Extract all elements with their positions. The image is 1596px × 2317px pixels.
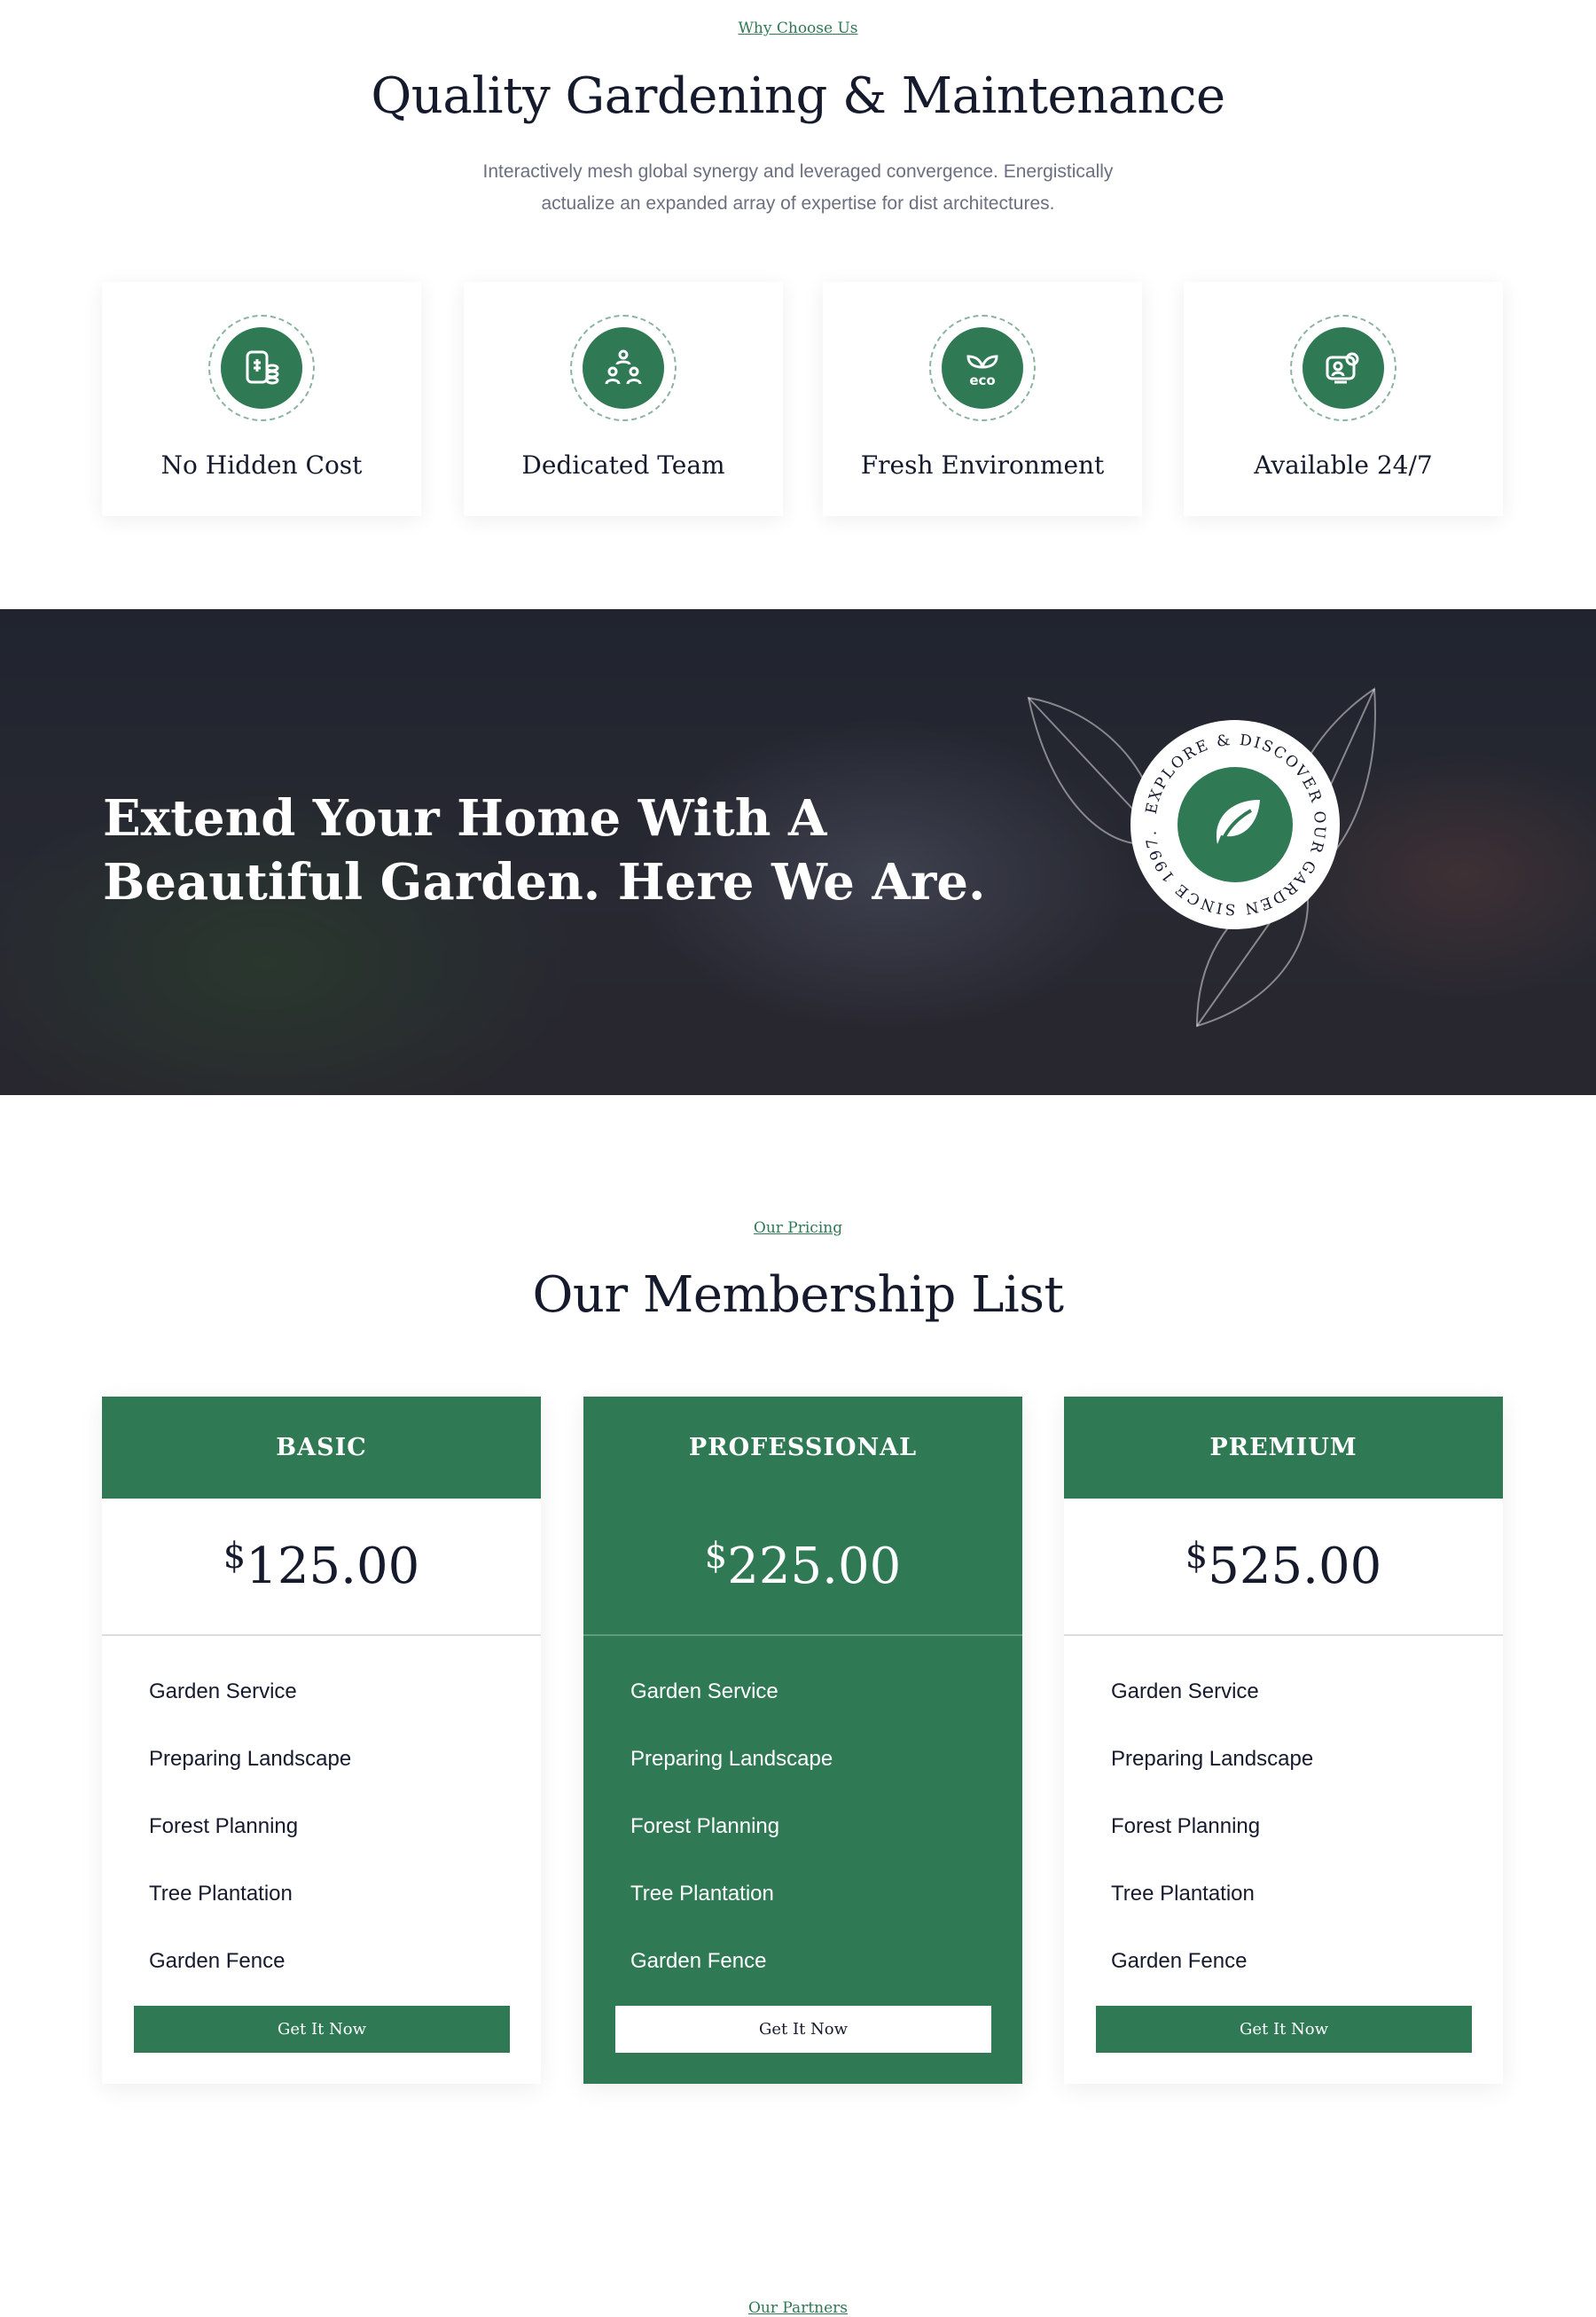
plan-price: $125.00 <box>102 1499 541 1636</box>
eco-leaf-icon: eco <box>942 327 1023 409</box>
currency-symbol: $ <box>1185 1535 1209 1577</box>
feature-card-no-hidden-cost: No Hidden Cost <box>102 282 421 516</box>
subtitle-line: actualize an expanded array of expertise… <box>541 193 1055 214</box>
list-item: Tree Plantation <box>1111 1882 1255 1906</box>
list-item: Forest Planning <box>1111 1814 1261 1838</box>
list-item: Preparing Landscape <box>630 1747 833 1771</box>
hero-heading: Extend Your Home With A Beautiful Garden… <box>103 787 985 914</box>
pricing-title: Our Membership List <box>532 1266 1064 1324</box>
feature-label: No Hidden Cost <box>160 450 363 480</box>
feature-label: Fresh Environment <box>860 450 1105 480</box>
plan-name: PROFESSIONAL <box>583 1397 1022 1499</box>
money-document-icon <box>221 327 302 409</box>
list-item: Forest Planning <box>149 1814 299 1838</box>
discover-garden-badge[interactable]: EXPLORE & DISCOVER OUR GARDEN SINCE 1997… <box>1130 720 1340 929</box>
currency-symbol: $ <box>704 1535 728 1577</box>
plan-price: $225.00 <box>583 1499 1022 1636</box>
section-title: Quality Gardening & Maintenance <box>371 67 1225 125</box>
list-item: Tree Plantation <box>630 1882 774 1906</box>
plan-name: PREMIUM <box>1064 1397 1503 1499</box>
feature-label: Dedicated Team <box>521 450 725 480</box>
plan-card-basic: BASIC $125.00 Garden Service Preparing L… <box>102 1397 541 2084</box>
list-item: Forest Planning <box>630 1814 780 1838</box>
plan-price: $525.00 <box>1064 1499 1503 1636</box>
feature-list: Garden Service Preparing Landscape Fores… <box>1064 1636 1503 1995</box>
feature-list: Garden Service Preparing Landscape Fores… <box>583 1636 1022 1995</box>
hero-line: Beautiful Garden. Here We Are. <box>103 853 986 912</box>
list-item: Garden Fence <box>630 1949 767 1973</box>
get-it-now-button[interactable]: Get It Now <box>134 2006 510 2053</box>
plan-card-professional: PROFESSIONAL $225.00 Garden Service Prep… <box>583 1397 1022 2084</box>
list-item: Garden Fence <box>1111 1949 1248 1973</box>
support-screen-icon <box>1303 327 1384 409</box>
section-subtitle: Interactively mesh global synergy and le… <box>443 156 1153 220</box>
get-it-now-button[interactable]: Get It Now <box>615 2006 991 2053</box>
list-item: Garden Service <box>149 1679 297 1703</box>
price-value: 125.00 <box>246 1538 420 1595</box>
feature-card-available-24-7: Available 24/7 <box>1184 282 1503 516</box>
list-item: Preparing Landscape <box>149 1747 352 1771</box>
currency-symbol: $ <box>223 1535 246 1577</box>
list-item: Garden Service <box>630 1679 778 1703</box>
feature-card-fresh-environment: eco Fresh Environment <box>823 282 1142 516</box>
plan-card-premium: PREMIUM $525.00 Garden Service Preparing… <box>1064 1397 1503 2084</box>
team-icon <box>583 327 664 409</box>
hero-banner: Extend Your Home With A Beautiful Garden… <box>0 609 1596 1095</box>
our-pricing-link[interactable]: Our Pricing <box>0 1219 1596 1237</box>
list-item: Tree Plantation <box>149 1882 293 1906</box>
plan-name: BASIC <box>102 1397 541 1499</box>
svg-text:eco: eco <box>969 372 995 388</box>
why-choose-us-link[interactable]: Why Choose Us <box>0 20 1596 37</box>
get-it-now-button[interactable]: Get It Now <box>1096 2006 1472 2053</box>
price-value: 225.00 <box>727 1538 902 1595</box>
hero-line: Extend Your Home With A <box>103 789 827 848</box>
our-partners-link[interactable]: Our Partners <box>0 2299 1596 2317</box>
feature-list: Garden Service Preparing Landscape Fores… <box>102 1636 541 1995</box>
feature-label: Available 24/7 <box>1254 450 1433 480</box>
feature-card-dedicated-team: Dedicated Team <box>464 282 783 516</box>
subtitle-line: Interactively mesh global synergy and le… <box>482 161 1114 182</box>
list-item: Garden Service <box>1111 1679 1259 1703</box>
list-item: Preparing Landscape <box>1111 1747 1314 1771</box>
list-item: Garden Fence <box>149 1949 286 1973</box>
price-value: 525.00 <box>1208 1538 1382 1595</box>
